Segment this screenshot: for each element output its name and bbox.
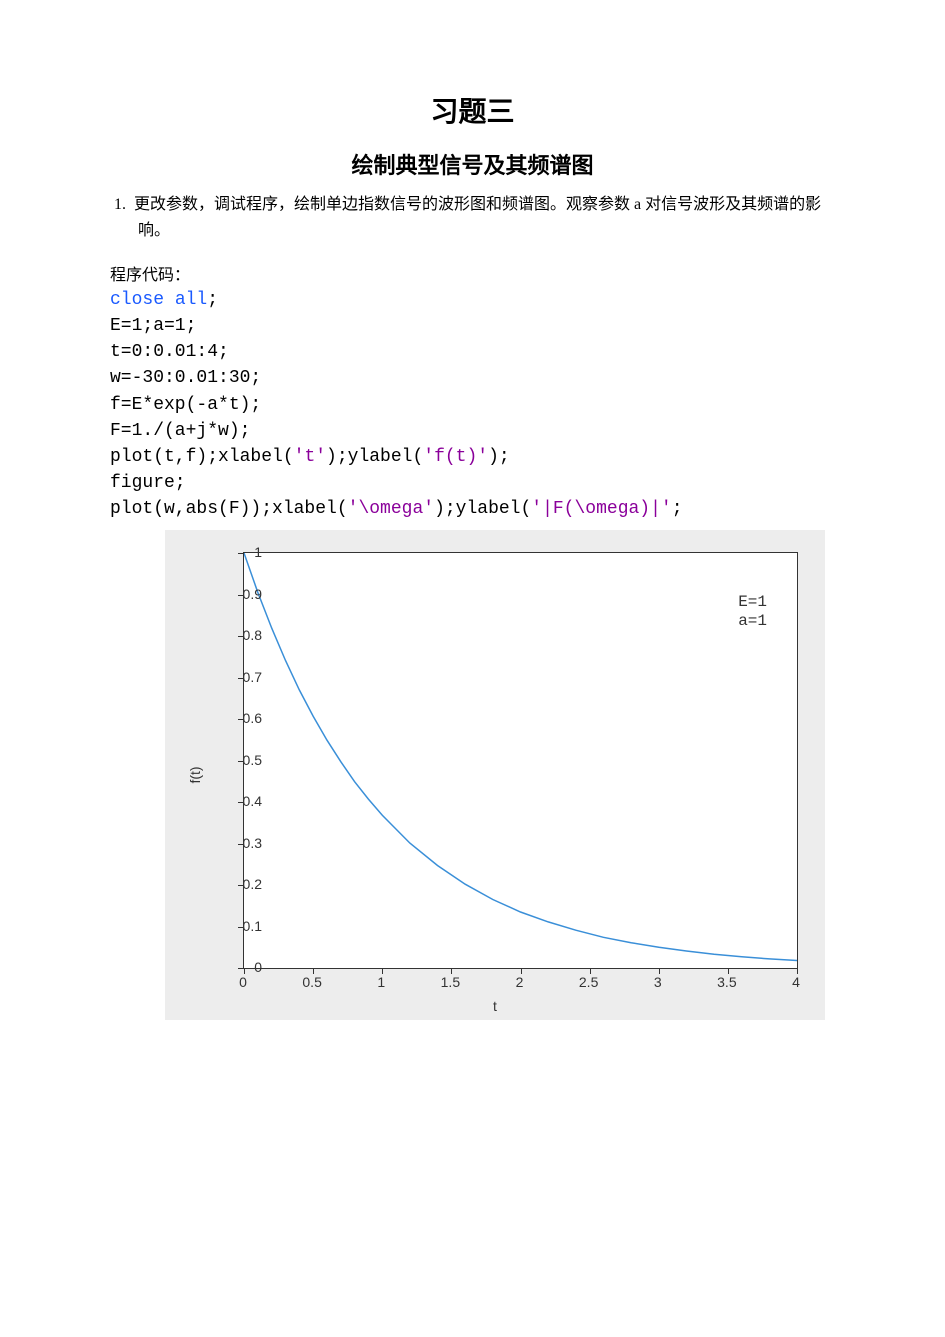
code-line: t=0:0.01:4;: [110, 342, 229, 362]
code-line: f=E*exp(-a*t);: [110, 395, 261, 415]
code-string: '|F(\omega)|': [531, 499, 671, 519]
x-tick-label: 0.5: [302, 974, 321, 990]
code-line: F=1./(a+j*w);: [110, 421, 250, 441]
x-tick-label: 3: [654, 974, 662, 990]
page-subtitle: 绘制典型信号及其频谱图: [110, 148, 835, 180]
code-section-label: 程序代码：: [110, 261, 835, 285]
chart-figure: f(t) t E=1 a=1 0 0.1 0.2 0.3 0.4 0.5 0.6 0.7 0.8…: [165, 530, 825, 1020]
plot-area: E=1 a=1: [243, 552, 798, 969]
page-title: 习题三: [110, 90, 835, 130]
x-tick-label: 3.5: [717, 974, 736, 990]
y-tick-label: 0.5: [243, 752, 262, 768]
x-tick-label: 2.5: [579, 974, 598, 990]
code-text: plot(t,f);xlabel(: [110, 447, 294, 467]
problem-number: 1.: [114, 196, 126, 213]
y-tick-label: 1: [254, 544, 262, 560]
x-axis-label: t: [493, 998, 497, 1014]
document-page: 习题三 绘制典型信号及其频谱图 1. 更改参数，调试程序，绘制单边指数信号的波形…: [0, 0, 945, 1337]
problem-statement: 1. 更改参数，调试程序，绘制单边指数信号的波形图和频谱图。观察参数 a 对信号…: [110, 192, 835, 243]
y-tick-label: 0: [254, 959, 262, 975]
code-string: 't': [294, 447, 326, 467]
y-tick-label: 0.4: [243, 793, 262, 809]
y-tick-label: 0.9: [243, 586, 262, 602]
code-text: ;: [207, 290, 218, 310]
code-string: 'f(t)': [423, 447, 488, 467]
y-tick-label: 0.2: [243, 876, 262, 892]
y-tick-label: 0.6: [243, 710, 262, 726]
code-line: E=1;a=1;: [110, 316, 196, 336]
x-tick-label: 1.5: [441, 974, 460, 990]
y-tick: [238, 553, 244, 554]
code-keyword: all: [175, 290, 207, 310]
code-text: plot(w,abs(F));xlabel(: [110, 499, 348, 519]
code-line: w=-30:0.01:30;: [110, 368, 261, 388]
code-text: );ylabel(: [434, 499, 531, 519]
x-tick-label: 0: [239, 974, 247, 990]
code-text: );: [488, 447, 510, 467]
code-keyword: close: [110, 290, 164, 310]
y-axis-label: f(t): [187, 766, 203, 783]
x-tick-label: 4: [792, 974, 800, 990]
y-tick-label: 0.7: [243, 669, 262, 685]
y-tick-label: 0.3: [243, 835, 262, 851]
code-text: );ylabel(: [326, 447, 423, 467]
code-string: '\omega': [348, 499, 434, 519]
code-text: ;: [672, 499, 683, 519]
y-tick-label: 0.8: [243, 627, 262, 643]
problem-text: 更改参数，调试程序，绘制单边指数信号的波形图和频谱图。观察参数 a 对信号波形及…: [134, 196, 821, 239]
x-tick-label: 1: [377, 974, 385, 990]
code-line: figure;: [110, 473, 186, 493]
y-tick-label: 0.1: [243, 918, 262, 934]
chart-line: [244, 553, 797, 968]
code-block: close all; E=1;a=1; t=0:0.01:4; w=-30:0.…: [110, 287, 835, 522]
x-tick-label: 2: [516, 974, 524, 990]
